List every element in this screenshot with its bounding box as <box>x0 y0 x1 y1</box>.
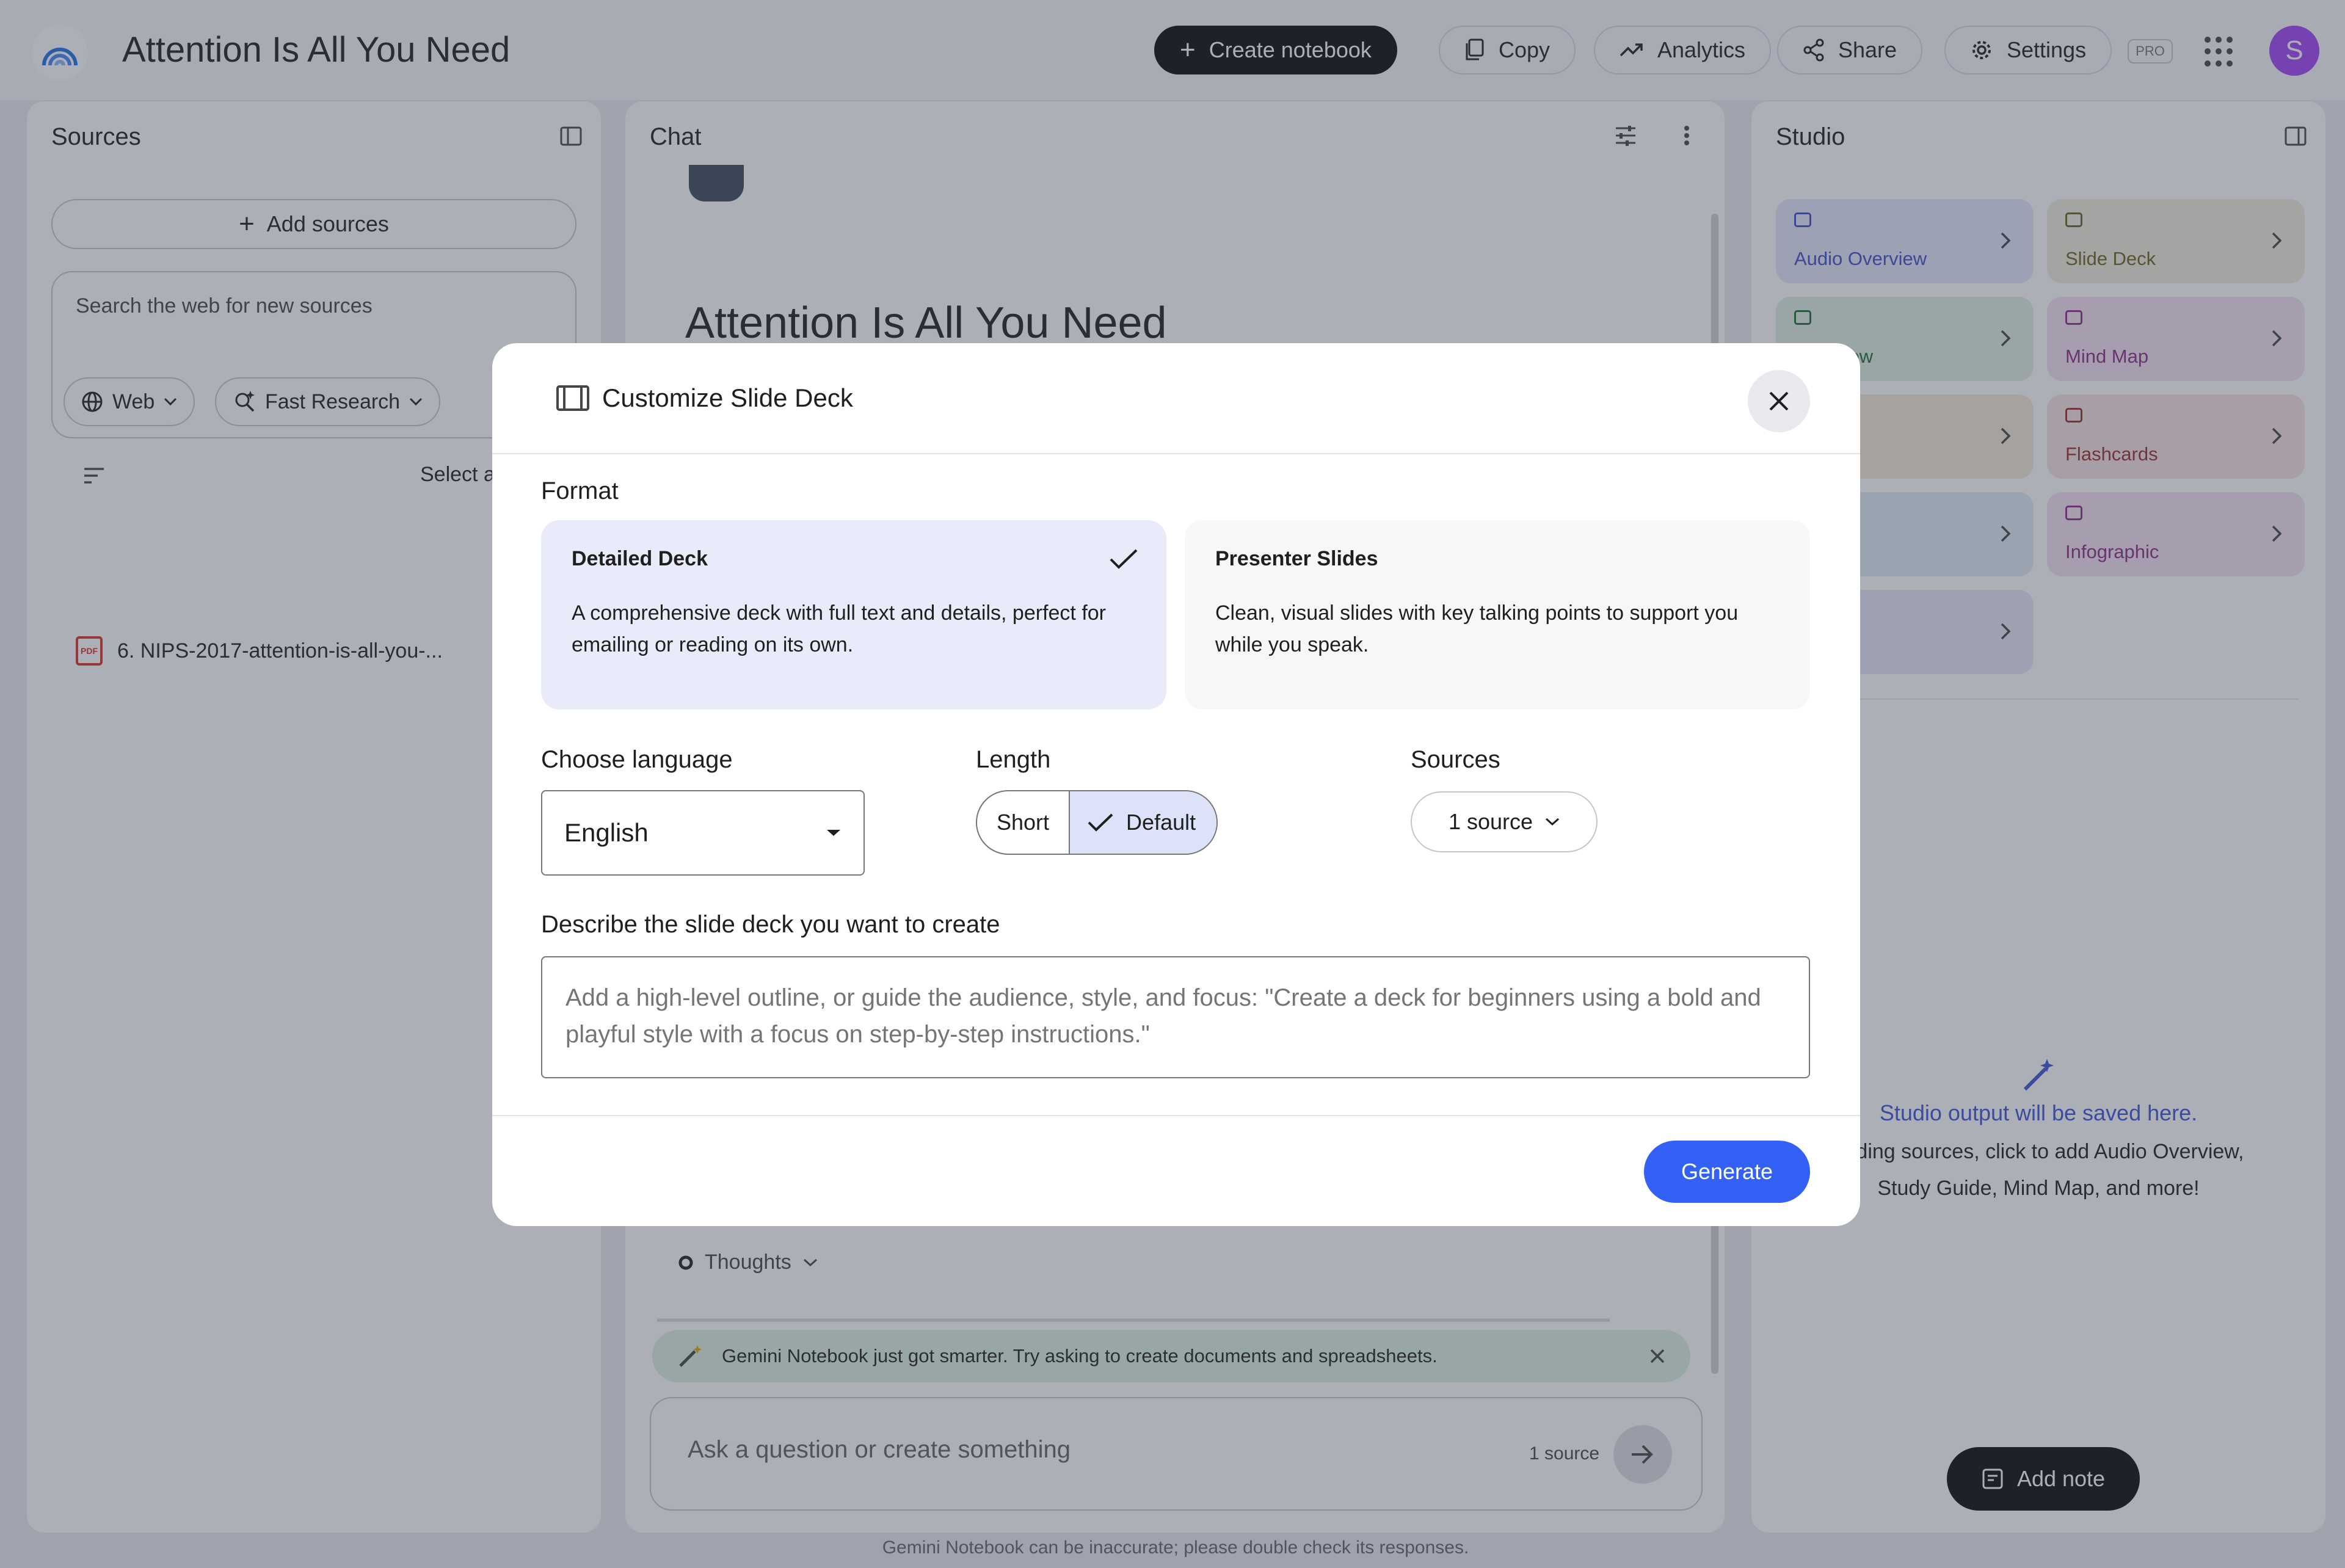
language-select[interactable]: English <box>541 790 865 876</box>
divider <box>492 453 1860 454</box>
format-option-detailed-deck[interactable]: Detailed Deck A comprehensive deck with … <box>541 520 1166 710</box>
customize-slide-deck-dialog: Customize Slide Deck Format Detailed Dec… <box>492 343 1860 1226</box>
describe-label: Describe the slide deck you want to crea… <box>541 911 1000 938</box>
divider <box>492 1115 1860 1116</box>
chevron-down-icon <box>1546 818 1560 826</box>
length-label: Length <box>976 746 1051 773</box>
length-default-option[interactable]: Default <box>1069 791 1217 854</box>
format-option-presenter-slides[interactable]: Presenter Slides Clean, visual slides wi… <box>1185 520 1810 710</box>
check-icon <box>1088 813 1113 832</box>
dropdown-arrow-icon <box>827 830 840 836</box>
describe-textarea[interactable] <box>541 956 1810 1078</box>
language-label: Choose language <box>541 746 733 773</box>
slide-deck-icon <box>556 385 589 411</box>
check-icon <box>1110 549 1138 569</box>
generate-button[interactable]: Generate <box>1644 1141 1810 1203</box>
close-button[interactable] <box>1748 370 1810 432</box>
dialog-title: Customize Slide Deck <box>602 383 853 412</box>
close-icon <box>1769 391 1789 411</box>
sources-dropdown[interactable]: 1 source <box>1411 791 1598 852</box>
length-toggle: Short Default <box>976 790 1218 855</box>
format-label: Format <box>541 477 619 504</box>
length-short-option[interactable]: Short <box>977 791 1069 854</box>
sources-label: Sources <box>1411 746 1500 773</box>
